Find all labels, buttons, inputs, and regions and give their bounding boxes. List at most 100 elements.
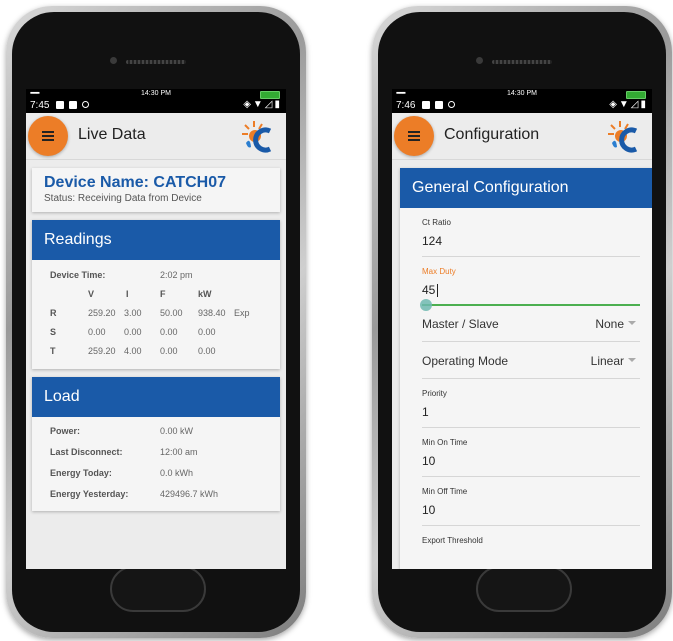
load-value: 0.00 kW	[160, 426, 194, 436]
master-slave-select[interactable]: Master / Slave None	[422, 305, 640, 342]
column-header: kW	[198, 289, 212, 299]
current-cell: 3.00	[124, 308, 142, 318]
load-label: Last Disconnect:	[50, 447, 123, 457]
device-name: Device Name: CATCH07	[44, 174, 226, 191]
catch-logo-icon	[608, 121, 638, 153]
max-duty-value[interactable]: 45	[422, 283, 435, 297]
load-value: 0.0 kWh	[160, 468, 194, 478]
device-card: Device Name: CATCH07 Status: Receiving D…	[32, 168, 280, 212]
table-row: Last Disconnect: 12:00 am	[32, 442, 280, 463]
table-row: Power: 0.00 kW	[32, 421, 280, 442]
current-cell: 0.00	[124, 327, 142, 337]
earpiece-speaker	[492, 60, 552, 64]
export-threshold-field[interactable]: Export Threshold	[422, 526, 640, 569]
load-label: Power:	[50, 426, 81, 436]
page-title: Live Data	[78, 126, 146, 143]
sync-notification-icon	[82, 101, 89, 108]
load-label: Energy Yesterday:	[50, 489, 129, 499]
min-off-time-value: 10	[422, 503, 436, 517]
load-label: Energy Today:	[50, 468, 112, 478]
operating-mode-select[interactable]: Operating Mode Linear	[422, 342, 640, 379]
status-time: 14:30 PM	[507, 90, 537, 97]
ct-ratio-value: 124	[422, 234, 443, 248]
calendar-notification-icon	[69, 101, 77, 109]
phase-label: S	[50, 327, 57, 337]
dropdown-arrow-icon	[628, 321, 636, 325]
image-notification-icon	[422, 101, 430, 109]
priority-label: Priority	[422, 389, 447, 398]
export-threshold-label: Export Threshold	[422, 536, 483, 545]
min-on-time-field[interactable]: Min On Time 10	[422, 428, 640, 477]
menu-button[interactable]	[28, 116, 68, 156]
load-table: Power: 0.00 kW Last Disconnect: 12:00 am…	[32, 417, 280, 511]
general-configuration-title: General Configuration	[400, 168, 652, 208]
wifi-battery-icons: ◈▼◿▮	[243, 99, 282, 110]
table-row: Energy Yesterday: 429496.7 kWh	[32, 484, 280, 505]
frequency-cell: 0.00	[160, 346, 178, 356]
power-cell: 0.00	[198, 327, 216, 337]
load-value: 12:00 am	[160, 447, 198, 457]
readings-table: Device Time: 2:02 pm V I F kW R 259.20 3…	[32, 260, 280, 369]
min-off-time-field[interactable]: Min Off Time 10	[422, 477, 640, 526]
column-header: F	[160, 289, 166, 299]
frequency-cell: 0.00	[160, 327, 178, 337]
voltage-cell: 259.20	[88, 346, 116, 356]
operating-mode-value: Linear	[590, 354, 624, 368]
device-time-label: Device Time:	[50, 270, 106, 280]
voltage-cell: 259.20	[88, 308, 116, 318]
general-configuration-card: General Configuration Ct Ratio 124 Max D…	[400, 168, 652, 569]
calendar-notification-icon	[435, 101, 443, 109]
device-time-value: 2:02 pm	[160, 270, 193, 280]
hamburger-icon	[42, 131, 54, 133]
power-cell: 938.40	[198, 308, 226, 318]
hamburger-icon	[408, 131, 420, 133]
ct-ratio-field[interactable]: Ct Ratio 124	[422, 208, 640, 257]
phase-label: R	[50, 308, 57, 318]
phone-left: ▪▪▪▪▪▪ 14:30 PM 7:45 ◈▼◿▮ Live Data Devi…	[6, 6, 306, 638]
text-cursor	[437, 284, 438, 297]
device-status: Status: Receiving Data from Device	[44, 193, 202, 204]
sync-notification-icon	[448, 101, 455, 108]
signal-icon: ▪▪▪▪▪▪	[30, 90, 40, 97]
priority-field[interactable]: Priority 1	[422, 379, 640, 428]
system-status-bar: ▪▪▪▪▪▪ 14:30 PM	[392, 89, 652, 99]
load-card: Load Power: 0.00 kW Last Disconnect: 12:…	[32, 377, 280, 511]
image-notification-icon	[56, 101, 64, 109]
menu-button[interactable]	[394, 116, 434, 156]
readings-card: Readings Device Time: 2:02 pm V I F kW R…	[32, 220, 280, 369]
max-duty-label: Max Duty	[422, 267, 456, 276]
home-button[interactable]	[110, 566, 206, 612]
readings-header-row: V I F kW	[32, 285, 280, 304]
voltage-cell: 0.00	[88, 327, 106, 337]
hamburger-icon-line	[408, 139, 420, 141]
earpiece-speaker	[126, 60, 186, 64]
hamburger-icon-line	[42, 139, 54, 141]
hamburger-icon-line	[42, 135, 54, 137]
android-status-bar: 7:45 ◈▼◿▮	[26, 99, 286, 113]
dropdown-arrow-icon	[628, 358, 636, 362]
signal-icon: ▪▪▪▪▪▪	[396, 90, 406, 97]
home-button[interactable]	[476, 566, 572, 612]
catch-logo-icon	[242, 121, 272, 153]
column-header: V	[88, 289, 95, 299]
live-data-screen: ▪▪▪▪▪▪ 14:30 PM 7:45 ◈▼◿▮ Live Data Devi…	[26, 89, 286, 569]
app-bar: Configuration	[392, 113, 652, 160]
app-bar: Live Data	[26, 113, 286, 160]
front-camera	[476, 57, 483, 64]
load-value: 429496.7 kWh	[160, 489, 219, 499]
wifi-battery-icons: ◈▼◿▮	[609, 99, 648, 110]
table-row: T 259.20 4.00 0.00 0.00	[32, 342, 280, 361]
master-slave-label: Master / Slave	[422, 317, 499, 331]
configuration-screen: ▪▪▪▪▪▪ 14:30 PM 7:46 ◈▼◿▮ Configuration	[392, 89, 652, 569]
ct-ratio-label: Ct Ratio	[422, 218, 451, 227]
page-title: Configuration	[444, 126, 540, 143]
table-row: R 259.20 3.00 50.00 938.40 Exp	[32, 304, 280, 323]
hamburger-icon-line	[408, 135, 420, 137]
battery-icon	[260, 91, 280, 99]
device-time-row: Device Time: 2:02 pm	[32, 266, 280, 285]
frequency-cell: 50.00	[160, 308, 183, 318]
current-cell: 4.00	[124, 346, 142, 356]
export-cell: Exp	[234, 308, 250, 318]
max-duty-field[interactable]: Max Duty 45	[420, 257, 640, 311]
column-header: I	[126, 289, 129, 299]
